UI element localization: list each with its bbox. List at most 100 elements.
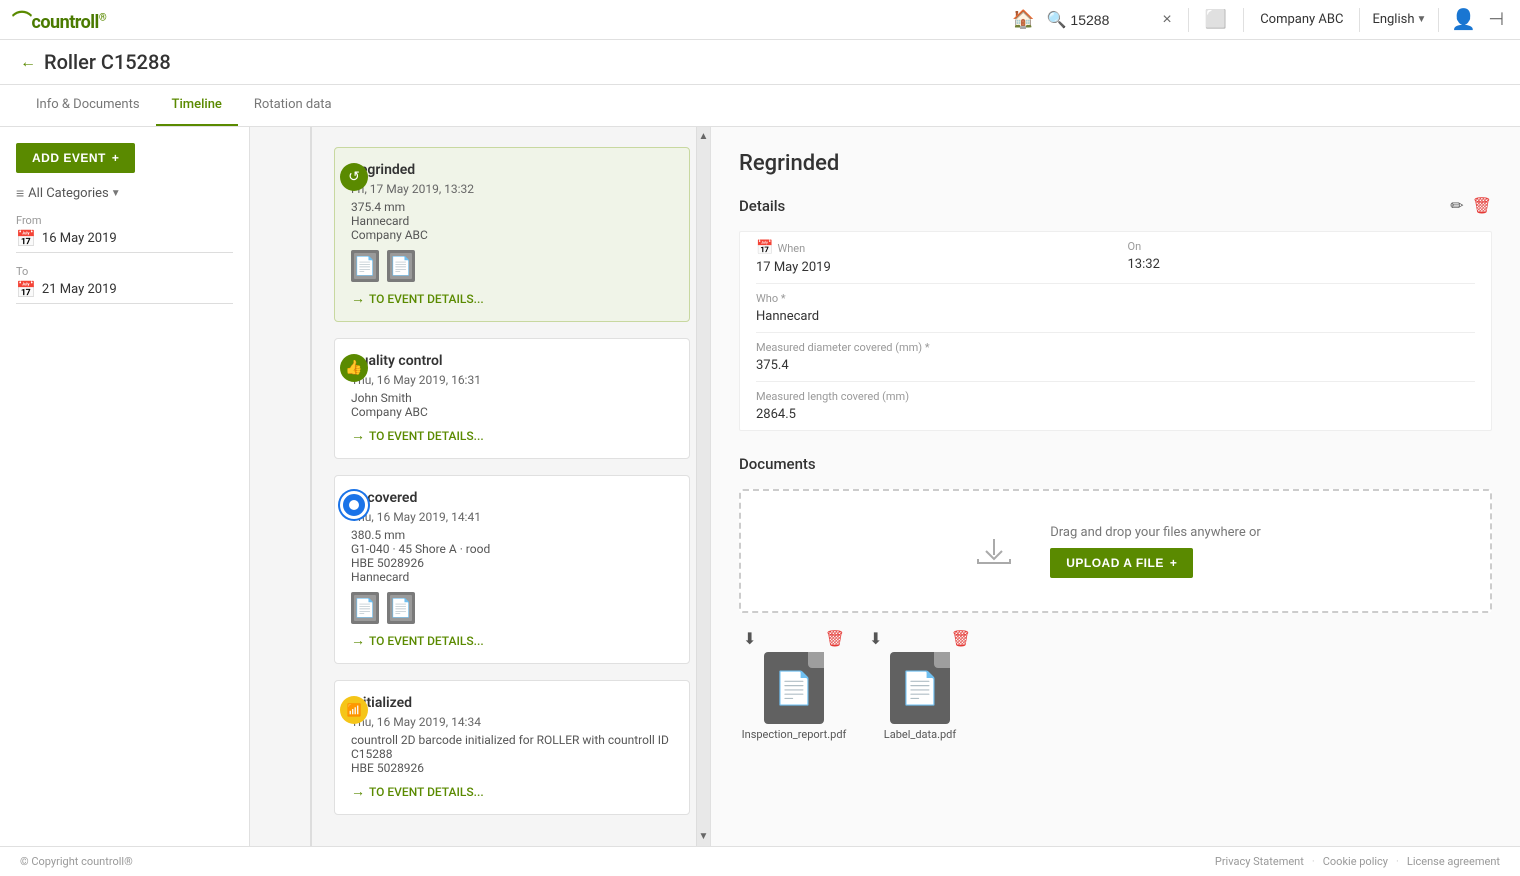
add-event-button[interactable]: ADD EVENT + <box>16 143 135 173</box>
when-value: 17 May 2019 <box>756 260 1104 275</box>
event-detail3-recovered: HBE 5028926 <box>351 556 673 570</box>
event-card-quality[interactable]: Quality control Thu, 16 May 2019, 16:31 … <box>334 338 690 459</box>
tab-timeline[interactable]: Timeline <box>156 85 238 126</box>
event-doc-2-recovered[interactable]: 📄 <box>387 592 415 624</box>
event-doc-1-recovered[interactable]: 📄 <box>351 592 379 624</box>
measured-length-label: Measured length covered (mm) <box>756 390 1475 403</box>
doc-delete-button-2[interactable]: 🗑 <box>951 629 971 648</box>
doc-file-glyph-2: 📄 <box>900 669 940 707</box>
event-title-recovered: Recovered <box>351 490 673 506</box>
footer-privacy-link[interactable]: Privacy Statement <box>1215 855 1304 868</box>
upload-file-button[interactable]: UPLOAD A FILE + <box>1050 548 1193 578</box>
measured-diameter-value: 375.4 <box>756 358 1475 373</box>
event-company-regrinded: Hannecard <box>351 214 673 228</box>
category-filter-dropdown[interactable]: All Categories ▼ <box>28 186 121 201</box>
footer-links: Privacy Statement · Cookie policy · Lice… <box>1215 855 1500 868</box>
event-link-regrinded[interactable]: → TO EVENT DETAILS... <box>351 290 673 307</box>
measured-length-field: Measured length covered (mm) 2864.5 <box>756 382 1475 430</box>
doc-item-header-1: ⬇ 🗑 <box>739 629 849 648</box>
event-link-arrow-icon: → <box>351 290 365 307</box>
add-event-label: ADD EVENT <box>32 151 106 165</box>
scroll-up-button[interactable]: ▲ <box>695 127 710 146</box>
calendar-detail-icon: 📅 <box>756 240 773 256</box>
filter-row: ≡ All Categories ▼ <box>16 185 233 202</box>
to-label: To <box>16 265 233 278</box>
doc-download-button-2[interactable]: ⬇ <box>869 629 882 648</box>
from-date-field: From 📅 16 May 2019 <box>16 214 233 253</box>
upload-btn-label: UPLOAD A FILE <box>1066 556 1164 570</box>
footer-license-link[interactable]: License agreement <box>1407 855 1500 868</box>
event-docs-regrinded: 📄 📄 <box>351 250 673 282</box>
filter-caret-icon: ▼ <box>111 188 121 199</box>
on-label: On <box>1128 240 1476 253</box>
event-title-regrinded: Regrinded <box>351 162 673 178</box>
upload-icon <box>970 523 1018 579</box>
doc-filename-2: Label_data.pdf <box>884 728 956 741</box>
footer-cookie-link[interactable]: Cookie policy <box>1323 855 1388 868</box>
recycle-icon: ↺ <box>348 169 360 185</box>
event-date-initialized: Thu, 16 May 2019, 14:34 <box>351 715 673 729</box>
when-field: 📅 When 17 May 2019 <box>756 232 1116 284</box>
search-clear-button[interactable]: × <box>1154 7 1179 33</box>
from-label: From <box>16 214 233 227</box>
user-menu-button[interactable]: 👤 <box>1447 3 1480 36</box>
event-date-recovered: Thu, 16 May 2019, 14:41 <box>351 510 673 524</box>
event-link-label-recovered: TO EVENT DETAILS... <box>369 634 484 648</box>
event-title-quality: Quality control <box>351 353 673 369</box>
search-icon: 🔍 <box>1047 10 1067 29</box>
doc-file-icon-item-2[interactable]: 📄 <box>890 652 950 724</box>
event-detail3-regrinded: Company ABC <box>351 228 673 242</box>
event-card-recovered[interactable]: Recovered Thu, 16 May 2019, 14:41 380.5 … <box>334 475 690 664</box>
back-button[interactable]: ← <box>20 52 36 72</box>
marker-regrinded: ↺ <box>340 163 368 191</box>
doc-item-1: ⬇ 🗑 📄 Inspection_report.pdf <box>739 629 849 741</box>
tab-info[interactable]: Info & Documents <box>20 85 156 126</box>
left-sidebar: ADD EVENT + ≡ All Categories ▼ From 📅 16… <box>0 127 250 846</box>
to-date-value[interactable]: 21 May 2019 <box>42 282 117 297</box>
event-link-label-initialized: TO EVENT DETAILS... <box>369 785 484 799</box>
event-link-quality[interactable]: → TO EVENT DETAILS... <box>351 427 673 444</box>
home-button[interactable]: 🏠 <box>1004 5 1042 34</box>
circle-icon <box>347 498 361 512</box>
tabs-bar: Info & Documents Timeline Rotation data <box>0 85 1520 127</box>
logout-button[interactable]: ⊣ <box>1484 5 1508 34</box>
thumbsup-icon: 👍 <box>345 360 362 376</box>
filter-lines-icon: ≡ <box>16 185 24 202</box>
doc-download-button-1[interactable]: ⬇ <box>743 629 756 648</box>
search-input[interactable]: 15288 <box>1070 12 1150 28</box>
company-name[interactable]: Company ABC <box>1252 12 1351 27</box>
nav-divider-1 <box>1188 8 1189 32</box>
documents-label: Documents <box>739 455 816 473</box>
event-link-recovered[interactable]: → TO EVENT DETAILS... <box>351 632 673 649</box>
doc-file-icon-item-1[interactable]: 📄 <box>764 652 824 724</box>
who-field: Who * Hannecard <box>756 284 1475 333</box>
event-card-regrinded[interactable]: Regrinded Fri, 17 May 2019, 13:32 375.4 … <box>334 147 690 322</box>
event-who-regrinded: 375.4 mm <box>351 200 673 214</box>
documents-section: Documents Drag and drop your files anywh… <box>739 455 1492 741</box>
from-date-value[interactable]: 16 May 2019 <box>42 231 117 246</box>
language-selector[interactable]: English ▼ <box>1368 12 1430 27</box>
event-doc-2-regrinded[interactable]: 📄 <box>387 250 415 282</box>
event-detail3-quality: Company ABC <box>351 405 673 419</box>
doc-item-2: ⬇ 🗑 📄 Label_data.pdf <box>865 629 975 741</box>
details-form: 📅 When 17 May 2019 On 13:32 Who * <box>739 231 1492 431</box>
scroll-down-button[interactable]: ▼ <box>695 827 710 846</box>
panel-title: Regrinded <box>739 151 1492 176</box>
drag-drop-text: Drag and drop your files anywhere or <box>1050 525 1261 540</box>
upload-area[interactable]: Drag and drop your files anywhere or UPL… <box>739 489 1492 613</box>
language-label: English <box>1372 12 1414 27</box>
event-link-arrow-icon-i: → <box>351 783 365 800</box>
doc-file-icon-1: 📄 <box>354 256 376 277</box>
nav-divider-2 <box>1243 8 1244 32</box>
event-link-initialized[interactable]: → TO EVENT DETAILS... <box>351 783 673 800</box>
doc-delete-button-1[interactable]: 🗑 <box>825 629 845 648</box>
event-doc-1-regrinded[interactable]: 📄 <box>351 250 379 282</box>
tab-rotation[interactable]: Rotation data <box>238 85 348 126</box>
documents-icon-button[interactable]: ⬜ <box>1197 5 1235 34</box>
timeline-scrollbar: ▲ ▼ <box>696 127 710 846</box>
timeline-section: ▲ ▼ ↺ Regrinded Fri, 17 May 2019, 13:32 … <box>250 127 710 846</box>
event-card-initialized[interactable]: Initialized Thu, 16 May 2019, 14:34 coun… <box>334 680 690 815</box>
edit-button[interactable]: ✏ <box>1450 196 1463 215</box>
who-value: Hannecard <box>756 309 1475 324</box>
delete-button[interactable]: 🗑 <box>1472 196 1492 215</box>
